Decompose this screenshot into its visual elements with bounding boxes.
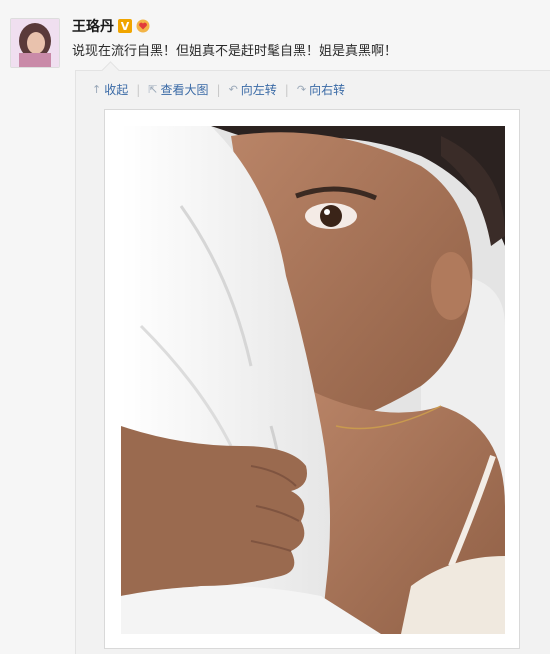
collapse-button[interactable]: ↑ 收起: [92, 81, 128, 98]
avatar-image: [11, 19, 59, 67]
collapse-label: 收起: [104, 83, 129, 97]
heart-fans-icon[interactable]: [136, 19, 150, 33]
view-large-label: 查看大图: [160, 83, 209, 97]
rotate-right-icon: ↷: [296, 83, 307, 96]
media-toolbar: ↑ 收起 | ⇱ 查看大图 | ↶ 向左转 | ↷ 向右转: [92, 81, 345, 98]
rotate-left-label: 向左转: [240, 83, 277, 97]
photo-frame: [104, 109, 520, 649]
rotate-right-label: 向右转: [309, 83, 346, 97]
photo-image: [121, 126, 505, 634]
toolbar-divider: |: [284, 82, 289, 97]
view-large-button[interactable]: ⇱ 查看大图: [148, 81, 208, 98]
expanded-media-card: ↑ 收起 | ⇱ 查看大图 | ↶ 向左转 | ↷ 向右转: [75, 70, 550, 654]
author-name[interactable]: 王珞丹: [72, 16, 114, 36]
author-avatar[interactable]: [10, 18, 60, 68]
author-info: 王珞丹 V: [72, 16, 150, 36]
toolbar-divider: |: [136, 82, 141, 97]
arrow-up-icon: ↑: [92, 83, 102, 96]
rotate-right-button[interactable]: ↷ 向右转: [297, 81, 345, 98]
toolbar-divider: |: [216, 82, 221, 97]
expand-image-icon: ⇱: [148, 83, 158, 96]
post-text: 说现在流行自黑！但姐真不是赶时髦自黑！姐是真黑啊！: [72, 44, 398, 59]
weibo-post: 王珞丹 V 说现在流行自黑！但姐真不是赶时髦自黑！姐是真黑啊！ ↑ 收起 | ⇱…: [0, 0, 550, 654]
post-photo[interactable]: [121, 126, 505, 634]
verified-badge-icon[interactable]: V: [118, 19, 132, 33]
rotate-left-icon: ↶: [228, 83, 238, 96]
rotate-left-button[interactable]: ↶ 向左转: [229, 81, 277, 98]
